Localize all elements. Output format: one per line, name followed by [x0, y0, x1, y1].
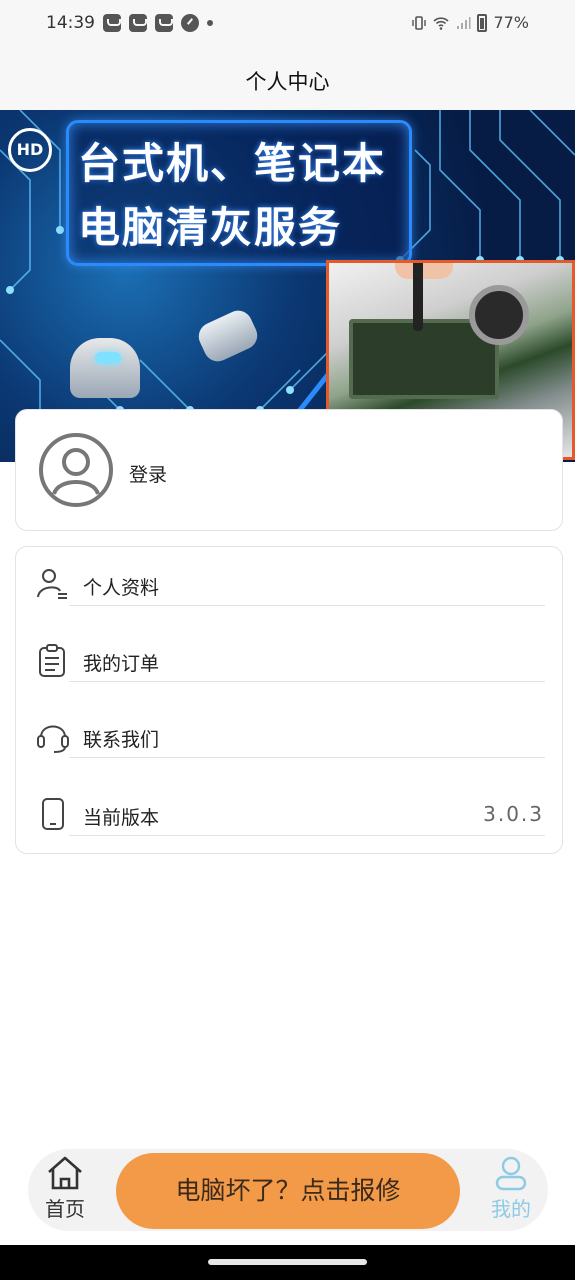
menu-card: 个人资料 我的订单 联系我们 当前版本 3.0.3 [15, 546, 563, 854]
divider [69, 681, 545, 682]
clipboard-icon [39, 644, 65, 677]
robot-visor [95, 352, 121, 364]
nav-mine-label: 我的 [491, 1197, 531, 1221]
page-title: 个人中心 [245, 70, 330, 94]
status-bar: 14:39 77% [0, 0, 575, 48]
system-status: 77% [411, 13, 529, 32]
menu-item-profile[interactable]: 个人资料 [36, 547, 545, 606]
status-time: 14:39 [46, 13, 95, 33]
title-bar: 个人中心 [0, 48, 575, 110]
robot-illustration [70, 338, 140, 398]
banner-headline-2: 电脑清灰服务 [78, 203, 343, 252]
screwdriver [413, 263, 423, 331]
login-link[interactable]: 登录 [129, 460, 167, 487]
dot-icon [207, 20, 213, 26]
menu-label: 联系我们 [83, 729, 160, 751]
menu-item-contact[interactable]: 联系我们 [36, 699, 545, 758]
divider [69, 605, 545, 606]
menu-item-orders[interactable]: 我的订单 [36, 623, 545, 682]
nav-home[interactable]: 首页 [40, 1155, 90, 1225]
bottom-nav: 首页 电脑坏了？点击报修 我的 [28, 1149, 548, 1231]
mail-icon [129, 14, 147, 32]
nav-mine[interactable]: 我的 [486, 1155, 536, 1225]
hand [395, 263, 453, 279]
menu-label: 个人资料 [83, 577, 160, 599]
vibrate-icon [412, 15, 427, 30]
avatar-icon [39, 433, 113, 507]
report-repair-button[interactable]: 电脑坏了？点击报修 [116, 1153, 460, 1229]
phone-icon [42, 798, 64, 830]
menu-item-version[interactable]: 当前版本 3.0.3 [36, 777, 545, 836]
gauge-icon [181, 14, 199, 32]
version-value: 3.0.3 [483, 802, 544, 826]
headset-icon [37, 725, 69, 753]
home-gesture-handle[interactable] [208, 1259, 367, 1265]
battery-percent: 77% [493, 13, 529, 32]
divider [69, 835, 545, 836]
notification-icons [103, 14, 213, 32]
profile-icon [37, 569, 67, 599]
nav-home-label: 首页 [45, 1197, 85, 1221]
system-navigation-bar [0, 1245, 575, 1280]
wifi-icon [433, 16, 449, 30]
divider [69, 757, 545, 758]
home-icon [48, 1156, 82, 1190]
menu-label: 我的订单 [83, 653, 160, 675]
signal-icon [457, 16, 471, 29]
mail-icon [155, 14, 173, 32]
menu-label: 当前版本 [83, 807, 160, 829]
brand-logo: HD [8, 128, 52, 172]
mail-icon [103, 14, 121, 32]
user-icon [495, 1156, 527, 1191]
cooling-fan [469, 285, 529, 345]
profile-card[interactable]: 登录 [15, 409, 563, 531]
banner-headline-1: 台式机、笔记本 [78, 139, 387, 188]
battery-icon [477, 13, 488, 32]
